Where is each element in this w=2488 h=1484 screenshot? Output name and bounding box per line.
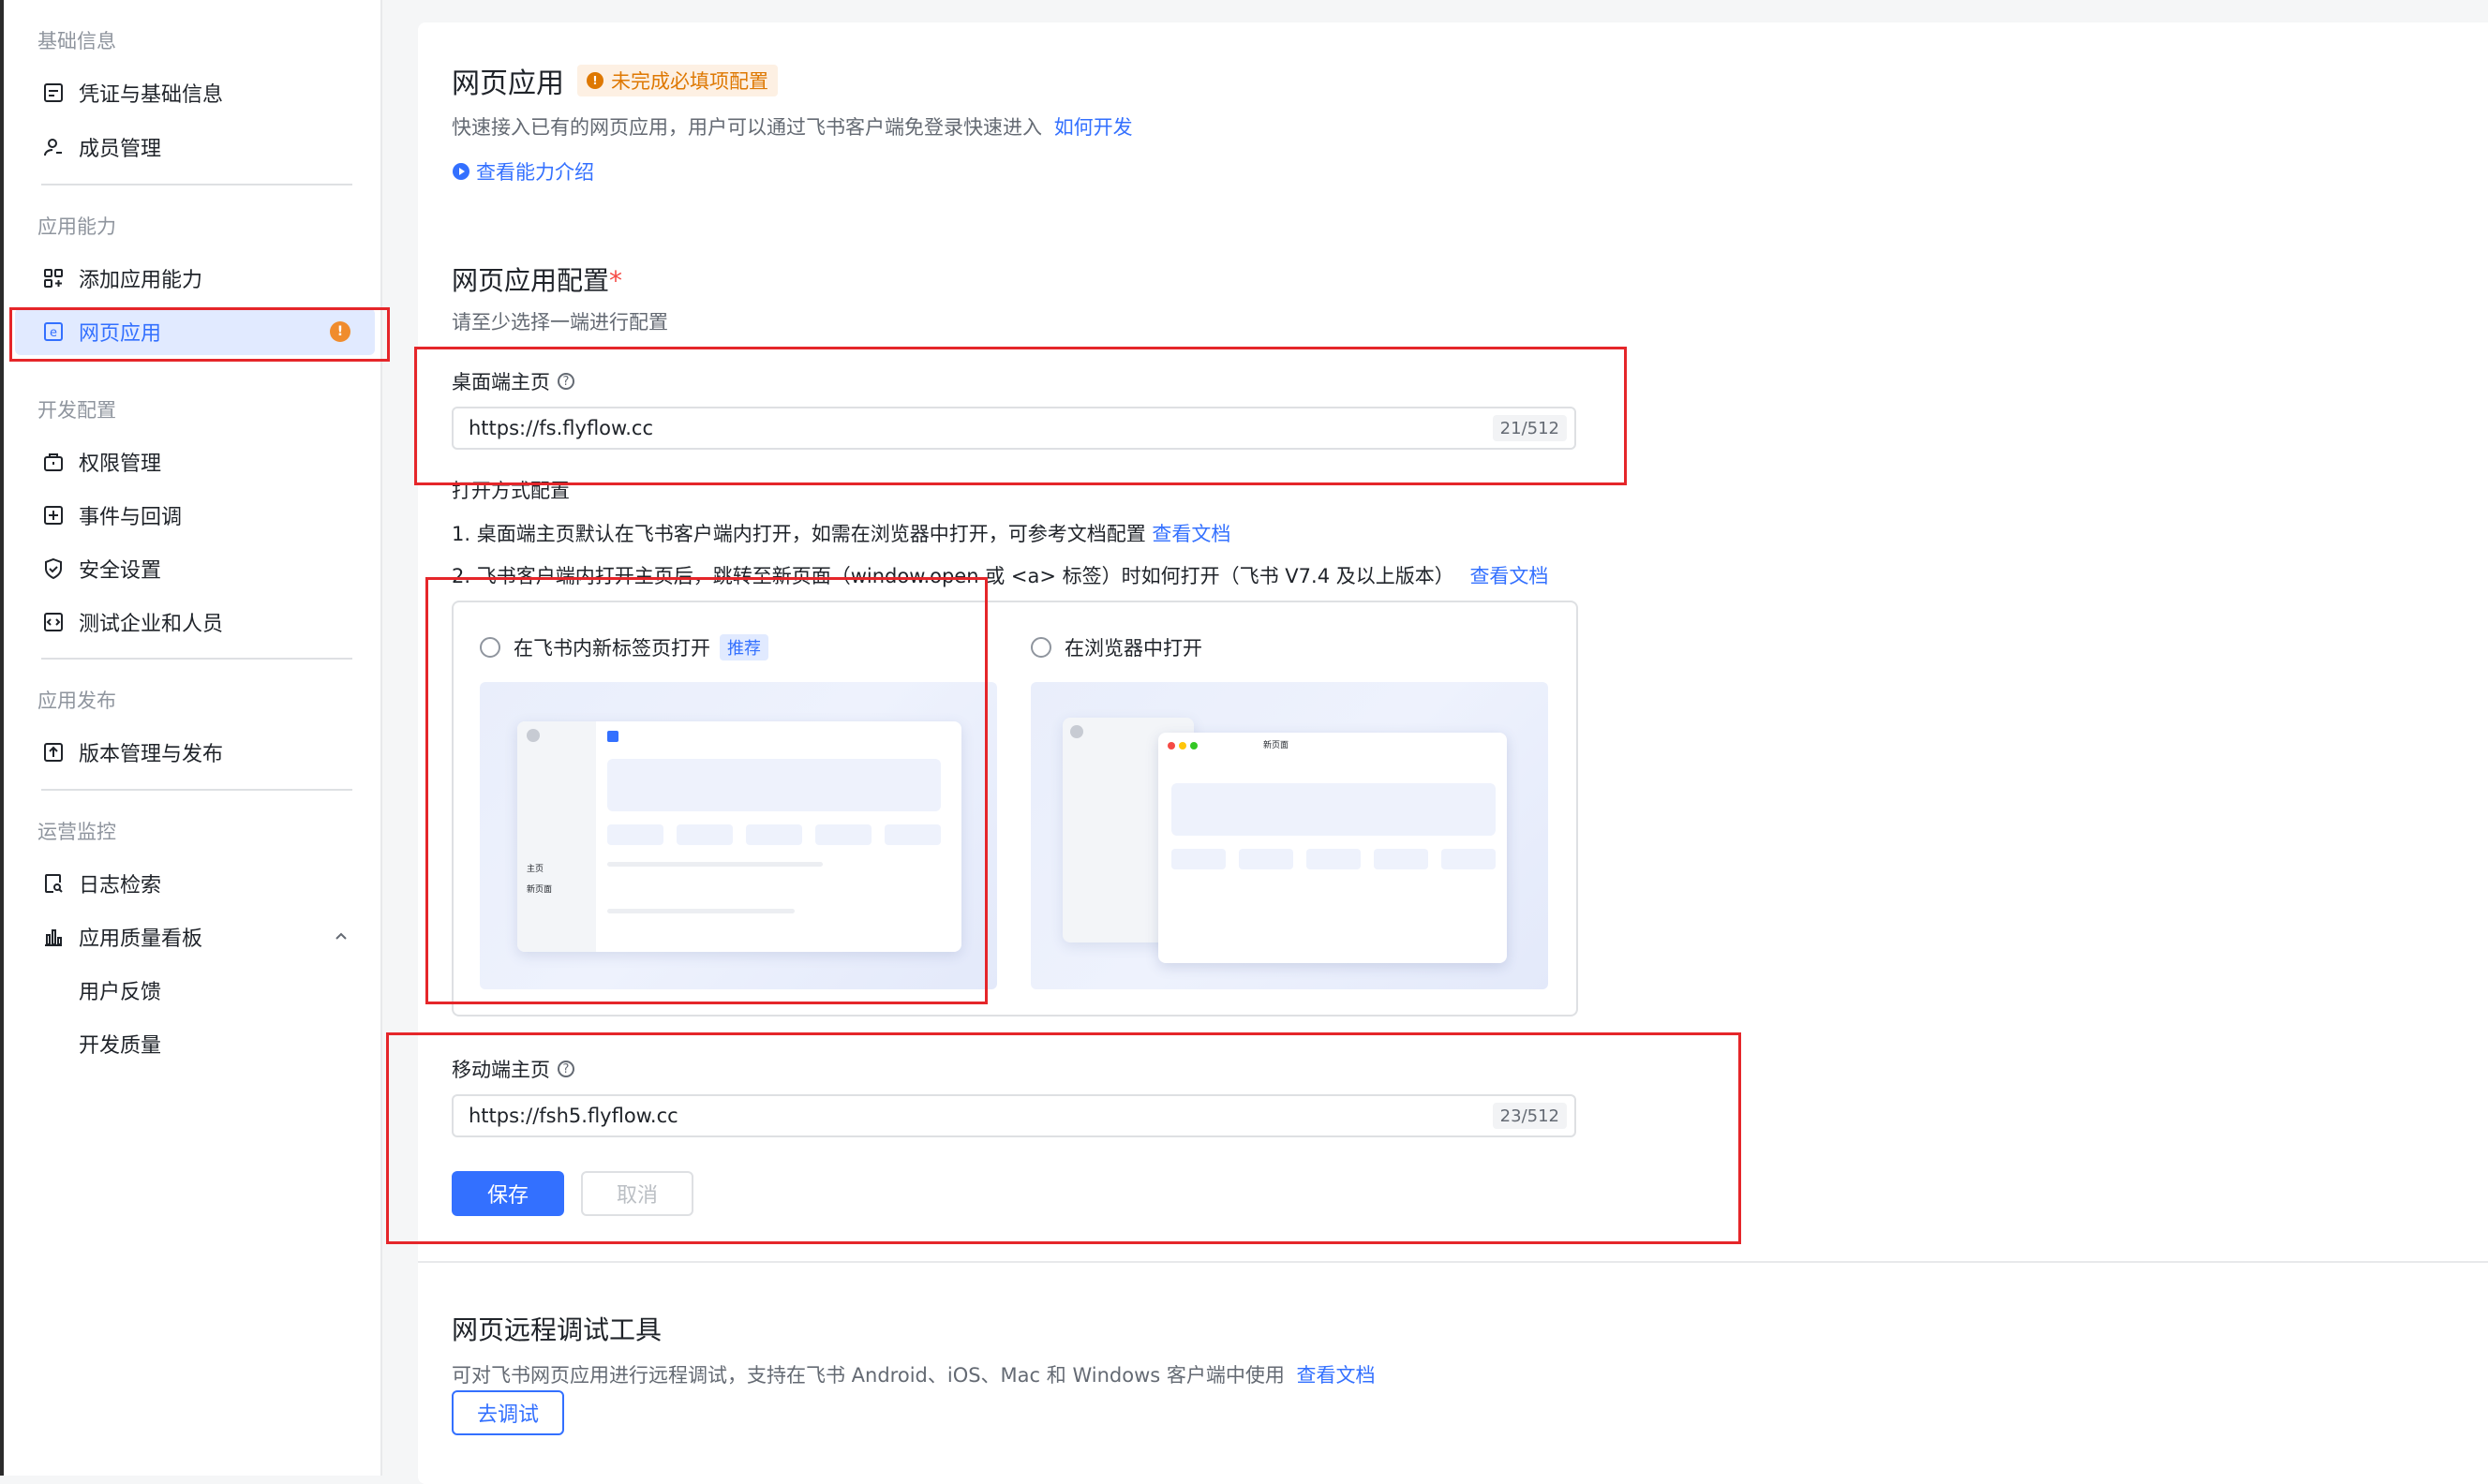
sidebar-group-capability: 应用能力 (37, 215, 116, 238)
user-icon (41, 135, 66, 159)
debug-description: 可对飞书网页应用进行远程调试，支持在飞书 Android、iOS、Mac 和 W… (452, 1360, 1376, 1388)
sidebar-item-label: 用户反馈 (79, 981, 162, 1004)
search-document-icon (41, 871, 66, 896)
sidebar-divider (41, 658, 352, 660)
sidebar-item-label: 成员管理 (79, 138, 162, 161)
upload-icon (41, 740, 66, 764)
annotation-box (425, 577, 988, 1004)
section-divider (418, 1261, 2488, 1263)
sidebar-item-test-company[interactable]: 测试企业和人员 (15, 599, 375, 646)
config-title-text: 网页应用配置 (452, 265, 610, 296)
avatar (1070, 725, 1083, 738)
sidebar-group-monitor: 运营监控 (37, 821, 116, 843)
window-dot (1168, 742, 1175, 749)
grid-add-icon (41, 266, 66, 290)
note-text: 1. 桌面端主页默认在飞书客户端内打开，如需在浏览器中打开，可参考文档配置 (452, 523, 1146, 545)
sidebar-item-version[interactable]: 版本管理与发布 (15, 729, 375, 776)
page-description: 快速接入已有的网页应用，用户可以通过飞书客户端免登录快速进入 如何开发 (452, 112, 1133, 141)
doc-link[interactable]: 查看文档 (1297, 1364, 1376, 1387)
required-mark: * (609, 265, 623, 296)
sidebar-item-label: 权限管理 (79, 453, 162, 476)
code-icon (41, 610, 66, 634)
sidebar-divider (41, 184, 352, 186)
sidebar-item-logs[interactable]: 日志检索 (15, 860, 375, 907)
option-label: 在浏览器中打开 (1065, 637, 1202, 660)
plus-square-icon (41, 503, 66, 527)
sidebar-item-label: 安全设置 (79, 559, 162, 583)
sidebar-item-feedback[interactable]: 用户反馈 (15, 967, 375, 1014)
play-circle-icon (452, 162, 470, 181)
sidebar-item-label: 开发质量 (79, 1034, 162, 1058)
sidebar-group-basic: 基础信息 (37, 30, 116, 52)
sidebar-item-credentials[interactable]: 凭证与基础信息 (15, 69, 375, 116)
sidebar-item-dev-quality[interactable]: 开发质量 (15, 1020, 375, 1067)
sidebar-item-label: 版本管理与发布 (79, 743, 224, 766)
warning-icon: ! (587, 72, 603, 89)
option-browser[interactable]: 在浏览器中打开 (1031, 633, 1202, 661)
shield-icon (41, 556, 66, 581)
sidebar: 基础信息 凭证与基础信息 成员管理 应用能力 添加应用能力 e 网页应用 ! 开… (0, 0, 382, 1476)
sidebar-item-quality-board[interactable]: 应用质量看板 (15, 913, 375, 960)
annotation-box (414, 347, 1627, 485)
window-dot (1190, 742, 1198, 749)
page-title: 网页应用 (452, 67, 564, 100)
debug-title: 网页远程调试工具 (452, 1314, 663, 1345)
sidebar-group-dev-config: 开发配置 (37, 399, 116, 422)
config-hint: 请至少选择一端进行配置 (452, 311, 668, 334)
sidebar-item-label: 应用质量看板 (79, 928, 203, 951)
sidebar-item-label: 测试企业和人员 (79, 613, 224, 636)
document-icon (41, 81, 66, 105)
annotation-box (386, 1032, 1741, 1244)
sidebar-divider (41, 789, 352, 791)
sidebar-item-label: 添加应用能力 (79, 269, 203, 292)
sidebar-item-members[interactable]: 成员管理 (15, 124, 375, 171)
preview-block (1306, 849, 1361, 869)
sidebar-item-label: 凭证与基础信息 (79, 83, 224, 107)
preview-block (1239, 849, 1293, 869)
window-dot (1179, 742, 1186, 749)
preview-block (1171, 849, 1226, 869)
page-header: 网页应用 ! 未完成必填项配置 (452, 60, 778, 101)
preview-block (1374, 849, 1428, 869)
sidebar-item-security[interactable]: 安全设置 (15, 545, 375, 592)
description-text: 快速接入已有的网页应用，用户可以通过飞书客户端免登录快速进入 (452, 116, 1042, 139)
annotation-box (9, 307, 390, 362)
config-title: 网页应用配置* (452, 260, 622, 298)
preview-tab-label: 新页面 (1263, 741, 1289, 750)
chevron-up-icon[interactable] (332, 927, 350, 951)
status-badge-label: 未完成必填项配置 (611, 70, 768, 93)
sidebar-item-label: 事件与回调 (79, 506, 183, 529)
preview-banner (1171, 783, 1496, 836)
sidebar-item-events[interactable]: 事件与回调 (15, 492, 375, 539)
sidebar-item-label: 日志检索 (79, 874, 162, 898)
radio-button[interactable] (1031, 637, 1051, 658)
briefcase-icon (41, 450, 66, 474)
preview-browser-window: 新页面 (1158, 733, 1507, 963)
how-to-link[interactable]: 如何开发 (1054, 116, 1133, 139)
debug-description-text: 可对飞书网页应用进行远程调试，支持在飞书 Android、iOS、Mac 和 W… (452, 1364, 1285, 1387)
status-badge: ! 未完成必填项配置 (577, 65, 778, 96)
sidebar-item-permissions[interactable]: 权限管理 (15, 438, 375, 485)
bar-chart-icon (41, 925, 66, 949)
doc-link[interactable]: 查看文档 (1152, 523, 1230, 545)
intro-link[interactable]: 查看能力介绍 (452, 157, 594, 186)
preview-block (1441, 849, 1496, 869)
intro-link-label: 查看能力介绍 (476, 161, 594, 184)
sidebar-group-publish: 应用发布 (37, 690, 116, 712)
sidebar-item-add-capability[interactable]: 添加应用能力 (15, 255, 375, 302)
doc-link[interactable]: 查看文档 (1469, 565, 1548, 587)
preview-browser: 新页面 (1031, 682, 1548, 989)
debug-button[interactable]: 去调试 (452, 1390, 564, 1435)
open-mode-note-1: 1. 桌面端主页默认在飞书客户端内打开，如需在浏览器中打开，可参考文档配置 查看… (452, 519, 1230, 547)
